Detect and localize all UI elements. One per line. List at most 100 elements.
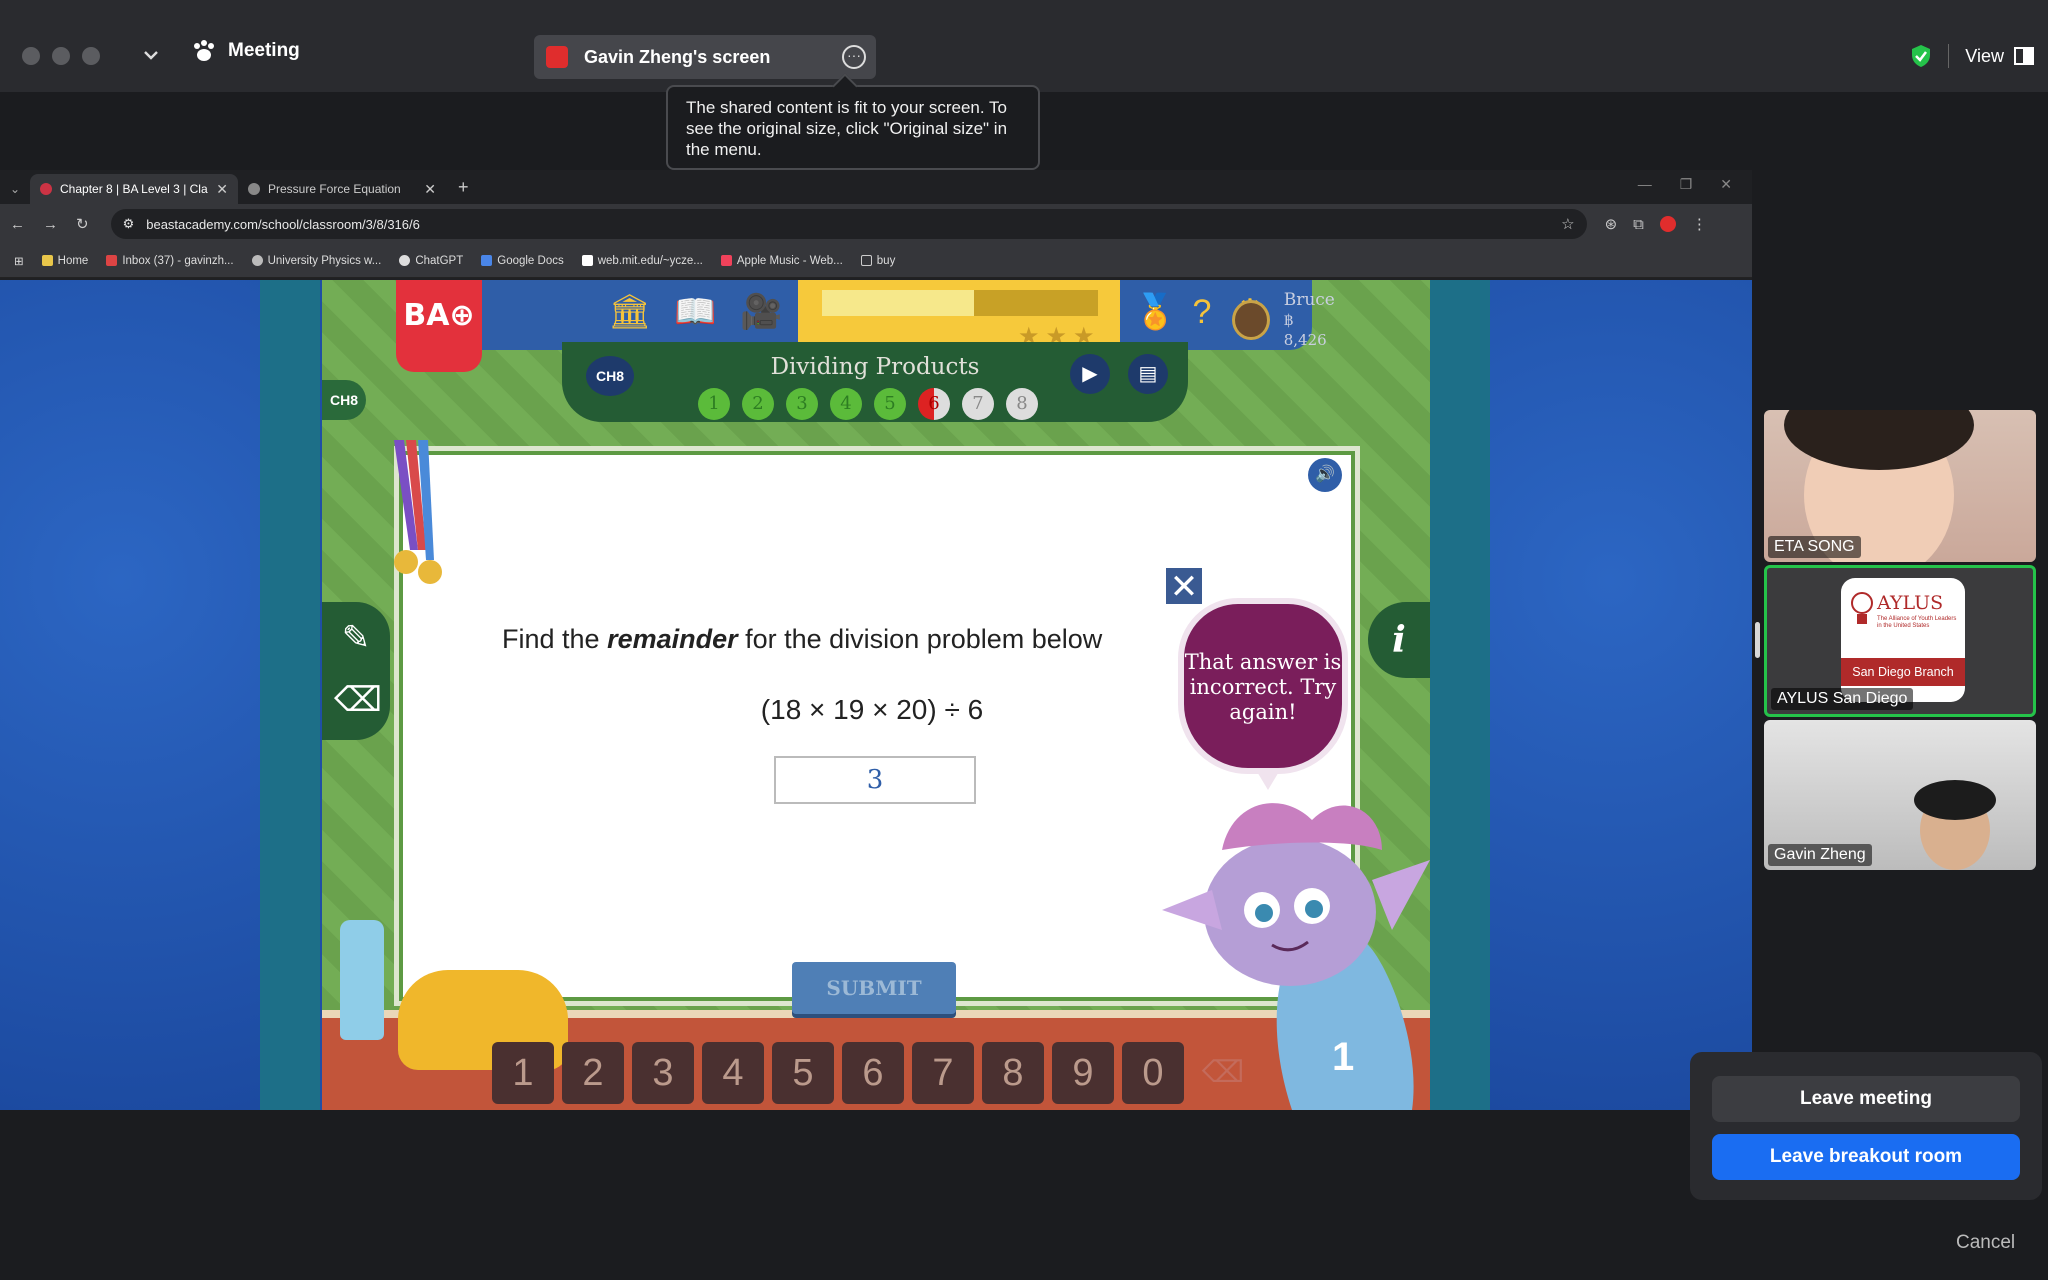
restore-icon[interactable]: ❐ bbox=[1680, 176, 1693, 193]
minimize-icon[interactable]: — bbox=[1638, 176, 1652, 193]
problem-dot-2[interactable]: 2 bbox=[742, 388, 774, 420]
lightbulb-icon bbox=[1851, 592, 1873, 624]
participant-tile-gavin-zheng[interactable]: Gavin Zheng bbox=[1764, 720, 2036, 870]
submit-button[interactable]: SUBMIT bbox=[792, 962, 956, 1014]
aylus-title: AYLUS bbox=[1877, 592, 1944, 614]
problem-dot-5[interactable]: 5 bbox=[874, 388, 906, 420]
numpad-key-7[interactable]: 7 bbox=[912, 1042, 974, 1104]
eraser-icon[interactable]: ⌫ bbox=[334, 678, 382, 722]
chevron-down-icon[interactable] bbox=[140, 44, 162, 66]
grammarly-icon[interactable]: ⊛ bbox=[1605, 215, 1618, 233]
problem-dot-3[interactable]: 3 bbox=[786, 388, 818, 420]
share-label: Gavin Zheng's screen bbox=[584, 46, 771, 67]
apps-grid-icon[interactable]: ⊞ bbox=[14, 254, 24, 268]
numpad-key-3[interactable]: 3 bbox=[632, 1042, 694, 1104]
guide-book-icon[interactable]: ▤ bbox=[1128, 354, 1168, 394]
problem-dot-4[interactable]: 4 bbox=[830, 388, 862, 420]
school-icon[interactable]: 🏛 bbox=[608, 292, 651, 332]
back-icon[interactable]: ← bbox=[10, 216, 25, 233]
window-controls bbox=[22, 47, 100, 65]
shared-browser-window: ⌄ Chapter 8 | BA Level 3 | Classroom ✕ P… bbox=[0, 170, 1752, 1110]
lesson-header: Dividing Products CH8 1 2 3 4 5 6 7 8 ▶ … bbox=[562, 342, 1188, 422]
record-icon[interactable] bbox=[1659, 216, 1676, 232]
beast-academy-page: 🏛 📖 🎥 ★★★ 🏅 ? ⚙ Bruce ฿ 8,426 bbox=[0, 280, 1752, 1110]
bookmark-home[interactable]: Home bbox=[41, 255, 88, 267]
participant-name: Gavin Zheng bbox=[1768, 844, 1872, 866]
close-feedback-icon[interactable]: ✕ bbox=[1164, 566, 1204, 606]
participant-hair bbox=[1914, 780, 1996, 820]
reload-icon[interactable]: ↻ bbox=[76, 215, 89, 233]
chapter-badge[interactable]: CH8 bbox=[586, 356, 634, 396]
leave-breakout-room-button[interactable]: Leave breakout room bbox=[1712, 1134, 2020, 1180]
problem-dot-1[interactable]: 1 bbox=[698, 388, 730, 420]
problem-dot-7[interactable]: 7 bbox=[962, 388, 994, 420]
numpad-key-1[interactable]: 1 bbox=[492, 1042, 554, 1104]
video-camera-icon[interactable]: 🎥 bbox=[740, 292, 782, 332]
teal-stripe bbox=[1430, 280, 1490, 1110]
tab-title: Pressure Force Equation bbox=[268, 182, 401, 196]
browser-tab-bar: ⌄ Chapter 8 | BA Level 3 | Classroom ✕ P… bbox=[0, 170, 1752, 204]
view-button[interactable]: View bbox=[1965, 46, 2004, 67]
bookmark-apple-music[interactable]: Apple Music - Web... bbox=[720, 255, 843, 267]
backspace-icon[interactable]: ⌫ bbox=[1192, 1042, 1254, 1104]
problem-dot-6[interactable]: 6 bbox=[918, 388, 950, 420]
new-tab-button[interactable]: + bbox=[458, 177, 469, 198]
bookmark-google-docs[interactable]: Google Docs bbox=[481, 255, 564, 267]
meeting-menu[interactable]: Meeting bbox=[192, 40, 300, 62]
zoom-window-button[interactable] bbox=[82, 47, 100, 65]
numpad-key-9[interactable]: 9 bbox=[1052, 1042, 1114, 1104]
extensions-icon[interactable]: ⧉ bbox=[1633, 216, 1644, 233]
beast-academy-logo[interactable]: BA⊕ bbox=[396, 280, 482, 372]
progress-bar bbox=[822, 290, 1098, 316]
browser-tab-classroom[interactable]: Chapter 8 | BA Level 3 | Classroom ✕ bbox=[30, 174, 238, 204]
read-aloud-speaker-icon[interactable]: 🔊 bbox=[1308, 458, 1342, 492]
numpad-key-8[interactable]: 8 bbox=[982, 1042, 1044, 1104]
numpad-key-6[interactable]: 6 bbox=[842, 1042, 904, 1104]
panel-resize-handle[interactable] bbox=[1755, 622, 1760, 658]
teal-stripe bbox=[260, 280, 320, 1110]
side-chapter-tab[interactable]: CH8 bbox=[322, 380, 366, 420]
close-window-button[interactable] bbox=[22, 47, 40, 65]
answer-input[interactable]: 3 bbox=[774, 756, 976, 804]
avatar bbox=[1232, 300, 1270, 340]
security-shield-icon[interactable] bbox=[1910, 44, 1932, 68]
close-tab-icon[interactable]: ✕ bbox=[216, 181, 228, 198]
participant-tile-eta-song[interactable]: ETA SONG bbox=[1764, 410, 2036, 562]
more-options-icon[interactable]: ··· bbox=[842, 45, 866, 69]
cancel-button[interactable]: Cancel bbox=[1956, 1232, 2015, 1254]
bookmark-mit[interactable]: web.mit.edu/~ycze... bbox=[581, 255, 703, 267]
site-info-icon[interactable]: ⚙ bbox=[123, 216, 135, 232]
minimize-window-button[interactable] bbox=[52, 47, 70, 65]
numpad-key-0[interactable]: 0 bbox=[1122, 1042, 1184, 1104]
bookmark-folder-buy[interactable]: buy bbox=[860, 255, 895, 267]
layout-icon[interactable] bbox=[2014, 47, 2034, 65]
browser-tab-pressure[interactable]: Pressure Force Equation ✕ bbox=[238, 174, 446, 204]
browser-menu-icon[interactable]: ⋮ bbox=[1692, 215, 1707, 233]
water-bottle bbox=[340, 920, 384, 1040]
address-bar[interactable]: ⚙ beastacademy.com/school/classroom/3/8/… bbox=[110, 209, 1587, 239]
user-profile[interactable]: Bruce ฿ 8,426 bbox=[1232, 290, 1337, 350]
close-icon[interactable]: ✕ bbox=[1720, 176, 1732, 193]
tab-title: Chapter 8 | BA Level 3 | Classroom bbox=[60, 182, 208, 196]
screen-share-indicator[interactable]: Gavin Zheng's screen ··· bbox=[534, 35, 876, 79]
bookmark-university-physics[interactable]: University Physics w... bbox=[251, 255, 381, 267]
participant-tile-aylus[interactable]: AYLUS The Alliance of Youth Leaders in t… bbox=[1764, 565, 2036, 717]
bookmark-inbox[interactable]: Inbox (37) - gavinzh... bbox=[106, 255, 234, 267]
problem-navigator: 1 2 3 4 5 6 7 8 bbox=[698, 388, 1038, 420]
book-icon[interactable]: 📖 bbox=[674, 292, 716, 332]
numpad-key-4[interactable]: 4 bbox=[702, 1042, 764, 1104]
numpad-key-2[interactable]: 2 bbox=[562, 1042, 624, 1104]
bookmark-star-icon[interactable]: ☆ bbox=[1561, 215, 1574, 233]
help-icon[interactable]: ? bbox=[1182, 292, 1222, 332]
numpad-key-5[interactable]: 5 bbox=[772, 1042, 834, 1104]
user-name: Bruce bbox=[1283, 290, 1335, 310]
tab-search-icon[interactable]: ⌄ bbox=[0, 174, 30, 204]
play-icon[interactable]: ▶ bbox=[1070, 354, 1110, 394]
leave-meeting-button[interactable]: Leave meeting bbox=[1712, 1076, 2020, 1122]
close-tab-icon[interactable]: ✕ bbox=[424, 181, 436, 198]
problem-dot-8[interactable]: 8 bbox=[1006, 388, 1038, 420]
pencil-icon[interactable]: ✎ bbox=[334, 616, 378, 660]
bookmark-chatgpt[interactable]: ChatGPT bbox=[399, 255, 463, 267]
badge-icon[interactable]: 🏅 bbox=[1134, 292, 1176, 332]
forward-icon[interactable]: → bbox=[43, 216, 58, 233]
